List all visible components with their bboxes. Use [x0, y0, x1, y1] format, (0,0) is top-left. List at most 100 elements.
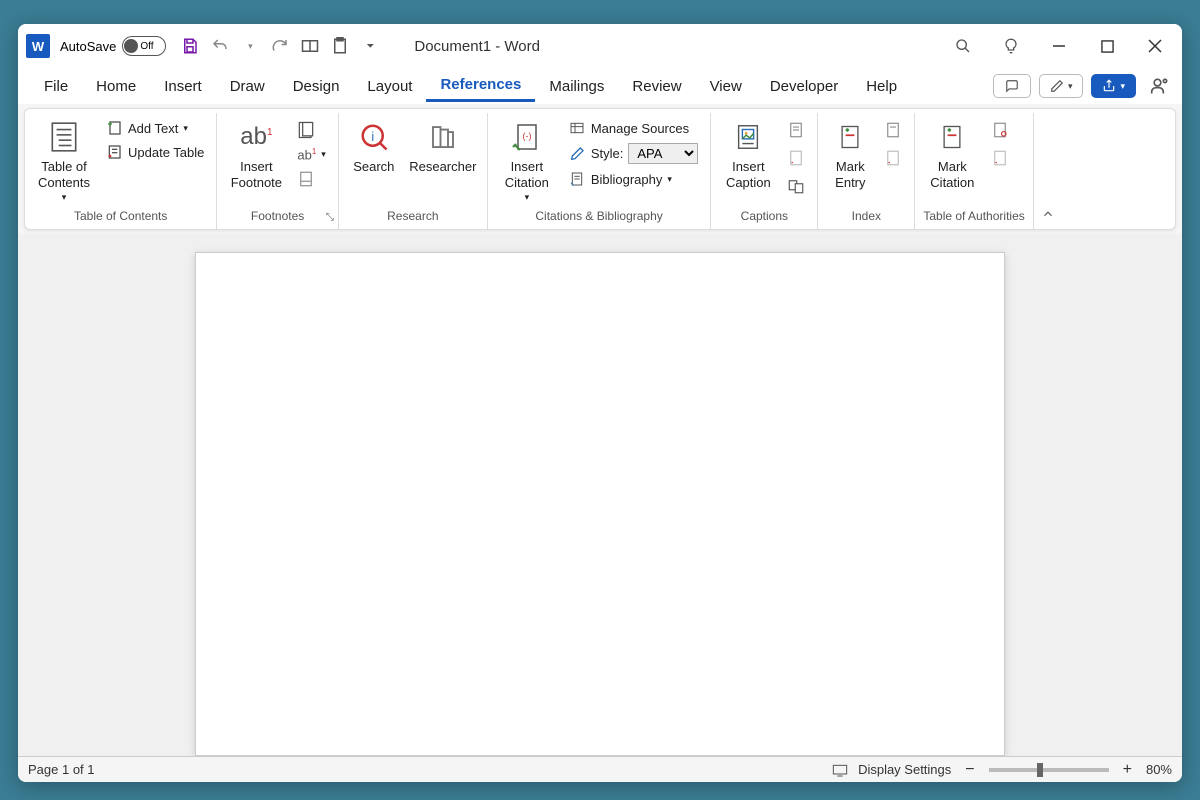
group-research: i Search Researcher Research: [339, 113, 488, 229]
title-actions: [954, 37, 1164, 55]
tab-layout[interactable]: Layout: [353, 72, 426, 101]
svg-text:i: i: [371, 130, 374, 144]
status-bar: Page 1 of 1 Display Settings − + 80%: [18, 756, 1182, 782]
group-citations: (-) Insert Citation ▾ Manage Sources Sty…: [488, 113, 712, 229]
document-area[interactable]: [18, 234, 1182, 756]
manage-sources-button[interactable]: Manage Sources: [564, 117, 703, 139]
word-app-icon: W: [26, 34, 50, 58]
tab-design[interactable]: Design: [279, 72, 354, 101]
next-footnote-button[interactable]: ab1▾: [293, 145, 329, 164]
footnote-icon: ab1: [238, 119, 274, 155]
insert-authorities-button[interactable]: [989, 119, 1011, 141]
researcher-button[interactable]: Researcher: [407, 117, 479, 177]
minimize-icon[interactable]: [1050, 37, 1068, 55]
style-icon: [568, 145, 586, 163]
update-table-figures-button[interactable]: [785, 147, 807, 169]
zoom-out-button[interactable]: −: [961, 761, 978, 779]
add-text-button[interactable]: Add Text ▾: [101, 117, 208, 139]
insert-caption-icon: [730, 119, 766, 155]
bibliography-button[interactable]: Bibliography ▾: [564, 168, 703, 190]
group-label-research: Research: [347, 205, 479, 229]
mark-entry-button[interactable]: Mark Entry: [826, 117, 874, 194]
autosave-toggle[interactable]: Off: [122, 36, 166, 56]
undo-dropdown-icon[interactable]: ▾: [240, 36, 260, 56]
group-label-captions: Captions: [719, 205, 809, 229]
insert-endnote-button[interactable]: [295, 119, 317, 141]
tab-developer[interactable]: Developer: [756, 72, 852, 101]
citation-style-select[interactable]: APA: [628, 143, 698, 164]
bibliography-icon: [568, 170, 586, 188]
cross-reference-button[interactable]: [785, 175, 807, 197]
tab-view[interactable]: View: [696, 72, 756, 101]
ribbon: Table of Contents ▾ Add Text ▾ Update Ta…: [24, 108, 1176, 230]
update-table-button[interactable]: Update Table: [101, 141, 208, 163]
mark-citation-button[interactable]: Mark Citation: [923, 117, 981, 194]
tab-review[interactable]: Review: [618, 72, 695, 101]
collaboration-icon[interactable]: [1150, 76, 1170, 96]
add-text-icon: [105, 119, 123, 137]
tab-home[interactable]: Home: [82, 72, 150, 101]
insert-citation-button[interactable]: (-) Insert Citation ▾: [496, 117, 558, 205]
zoom-in-button[interactable]: +: [1119, 761, 1136, 779]
table-nav-icon[interactable]: [300, 36, 320, 56]
autosave-label: AutoSave: [60, 39, 116, 54]
mark-citation-icon: [934, 119, 970, 155]
title-bar: W AutoSave Off ▾ ⏷ Document1 - Word: [18, 24, 1182, 68]
chevron-down-icon: ▾: [525, 192, 530, 203]
autosave-control[interactable]: AutoSave Off: [60, 36, 166, 56]
page-indicator[interactable]: Page 1 of 1: [28, 762, 95, 777]
update-index-button[interactable]: [882, 147, 904, 169]
group-footnotes: ab1 Insert Footnote ab1▾ Footnotes⤡: [217, 113, 338, 229]
svg-text:(-): (-): [522, 131, 531, 141]
tab-file[interactable]: File: [30, 72, 82, 101]
tab-draw[interactable]: Draw: [216, 72, 279, 101]
paste-icon[interactable]: [330, 36, 350, 56]
tab-help[interactable]: Help: [852, 72, 911, 101]
manage-sources-icon: [568, 119, 586, 137]
citation-style-control[interactable]: Style: APA: [564, 141, 703, 166]
maximize-icon[interactable]: [1098, 37, 1116, 55]
qat-customize-icon[interactable]: ⏷: [360, 36, 380, 56]
insert-table-figures-button[interactable]: [785, 119, 807, 141]
insert-index-button[interactable]: [882, 119, 904, 141]
tab-mailings[interactable]: Mailings: [535, 72, 618, 101]
close-icon[interactable]: [1146, 37, 1164, 55]
dialog-launcher-icon[interactable]: ⤡: [326, 212, 334, 223]
zoom-slider[interactable]: [989, 768, 1109, 772]
search-icon[interactable]: [954, 37, 972, 55]
show-notes-button[interactable]: [295, 168, 317, 190]
collapse-ribbon-button[interactable]: [1034, 113, 1062, 229]
group-index: Mark Entry Index: [818, 113, 915, 229]
chevron-down-icon: ▾: [667, 174, 672, 185]
quick-access-toolbar: ▾ ⏷: [180, 36, 380, 56]
share-button[interactable]: ▾: [1091, 74, 1136, 98]
ribbon-tabs: File Home Insert Draw Design Layout Refe…: [18, 68, 1182, 104]
display-settings-icon[interactable]: [832, 763, 848, 777]
group-label-index: Index: [826, 205, 906, 229]
search-button[interactable]: i Search: [347, 117, 401, 177]
toc-icon: [46, 119, 82, 155]
group-label-authorities: Table of Authorities: [923, 205, 1024, 229]
researcher-icon: [425, 119, 461, 155]
document-title: Document1 - Word: [414, 38, 540, 55]
save-icon[interactable]: [180, 36, 200, 56]
insert-footnote-button[interactable]: ab1 Insert Footnote: [225, 117, 287, 194]
autosave-state: Off: [140, 41, 153, 52]
mark-entry-icon: [832, 119, 868, 155]
update-authorities-button[interactable]: [989, 147, 1011, 169]
redo-icon[interactable]: [270, 36, 290, 56]
display-settings-label[interactable]: Display Settings: [858, 762, 951, 777]
lightbulb-icon[interactable]: [1002, 37, 1020, 55]
update-table-icon: [105, 143, 123, 161]
tab-insert[interactable]: Insert: [150, 72, 216, 101]
table-of-contents-button[interactable]: Table of Contents ▾: [33, 117, 95, 205]
group-label-toc: Table of Contents: [33, 205, 208, 229]
undo-icon[interactable]: [210, 36, 230, 56]
editing-mode-button[interactable]: ▾: [1039, 74, 1084, 98]
insert-caption-button[interactable]: Insert Caption: [719, 117, 777, 194]
tab-references[interactable]: References: [426, 70, 535, 102]
comments-button[interactable]: [993, 74, 1031, 98]
zoom-level[interactable]: 80%: [1146, 762, 1172, 777]
document-page[interactable]: [195, 252, 1005, 756]
insert-citation-icon: (-): [509, 119, 545, 155]
